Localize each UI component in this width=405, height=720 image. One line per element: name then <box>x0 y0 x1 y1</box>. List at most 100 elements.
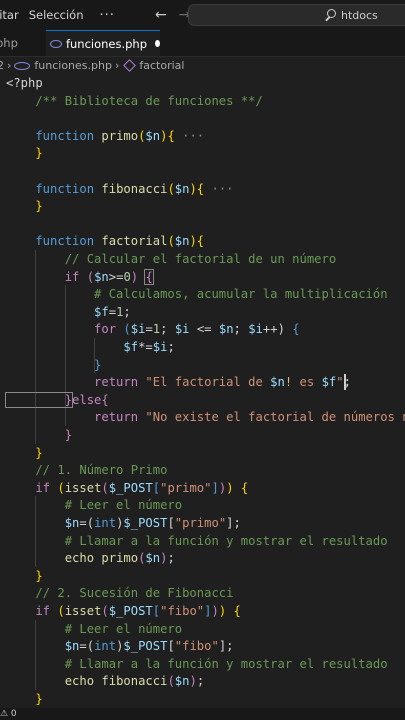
chevron-right-icon: › <box>7 59 12 72</box>
code-token: } <box>6 357 102 372</box>
command-center-search[interactable]: htdocs <box>188 4 405 26</box>
code-token: echo <box>6 551 102 566</box>
code-token: [ <box>167 516 175 530</box>
code-token: isset <box>64 604 102 618</box>
code-line: if (isset($_POST["primo"])) { <box>6 479 248 497</box>
code-token: function <box>6 234 102 249</box>
code-line: } <box>6 144 42 162</box>
tab-php[interactable]: php <box>0 30 18 56</box>
code-token: $n <box>270 375 285 390</box>
code-editor[interactable]: <?php /** Biblioteca de funciones **/ fu… <box>0 74 405 708</box>
code-token: $_POST <box>108 480 153 495</box>
code-token: <= <box>189 322 219 337</box>
code-token: ( <box>101 604 109 618</box>
back-arrow-icon[interactable]: ← <box>155 7 167 23</box>
code-line: # Llamar a la función y mostrar el resul… <box>6 532 388 550</box>
code-line: } <box>6 567 43 585</box>
problems-indicator[interactable]: ⚠ 0 <box>0 709 17 719</box>
code-token: // 2. Sucesión de Fibonacci <box>6 586 234 601</box>
code-token: $n <box>174 234 190 249</box>
code-token: ){ <box>189 234 205 249</box>
code-token: $i <box>248 322 263 337</box>
code-token: $f <box>321 375 337 390</box>
code-line: } <box>6 426 72 444</box>
code-token: function <box>6 181 102 196</box>
breadcrumb-symbol[interactable]: factorial <box>139 59 184 72</box>
code-token: = <box>145 322 153 337</box>
code-token: } <box>6 199 43 214</box>
code-line: echo primo($n); <box>6 549 175 567</box>
code-token: } <box>6 568 43 583</box>
code-token: ) <box>189 674 197 689</box>
code-line: function primo($n){ ··· <box>6 127 204 145</box>
code-token: # Llamar a la función y mostrar el resul… <box>6 533 388 548</box>
breadcrumb-folder[interactable]: 2 <box>0 59 4 72</box>
code-token: ]; <box>226 516 241 530</box>
code-token: # Leer el número <box>6 621 183 636</box>
code-token: $i <box>174 322 190 337</box>
code-token: $n <box>94 269 109 284</box>
tab-label: php <box>0 36 18 50</box>
code-token: ( <box>57 604 65 618</box>
code-token: function <box>6 128 102 143</box>
more-menu-button[interactable]: ··· <box>100 8 115 23</box>
code-token: /** Biblioteca de funciones **/ <box>6 93 263 108</box>
code-token: ( <box>167 181 175 196</box>
code-line: if ($n>=0) { <box>6 268 154 286</box>
code-token: ( <box>167 674 175 689</box>
code-token: ( <box>57 480 65 495</box>
code-token: ; <box>167 551 175 566</box>
tab-label: funciones.php <box>65 36 148 51</box>
code-token: } <box>6 692 43 706</box>
code-line: /** Biblioteca de funciones **/ <box>6 92 263 110</box>
code-line: // Calcular el factorial de un número <box>6 250 337 268</box>
code-line: # Leer el número <box>6 620 182 638</box>
code-line: function fibonacci($n){ ··· <box>6 180 233 198</box>
code-token: ( <box>167 234 175 249</box>
code-token: $n <box>174 674 190 689</box>
code-token: "fibo" <box>174 639 219 654</box>
code-token: isset <box>64 480 102 495</box>
code-token: ( <box>86 269 95 284</box>
code-token: ] <box>204 604 212 618</box>
code-token: $_POST <box>123 639 168 654</box>
code-token: =( <box>79 516 95 530</box>
php-file-icon <box>14 61 31 70</box>
code-token: $n <box>145 128 161 143</box>
breadcrumb: 2 › funciones.php › factorial <box>0 57 405 74</box>
code-token: # Llamar a la función y mostrar el resul… <box>6 656 388 671</box>
code-token: ; <box>196 674 205 689</box>
status-bar: ⚠ 0 <box>0 708 405 720</box>
code-line: # Calculamos, acumular la multiplicación <box>6 285 388 303</box>
title-bar: litar Selección ··· ← → htdocs <box>0 0 405 30</box>
code-token: // 1. Número Primo <box>6 463 168 478</box>
code-line: for ($i=1; $i <= $n; $i++) { <box>6 320 300 338</box>
folded-region-indicator[interactable]: ··· <box>175 129 204 143</box>
tab-funciones-php[interactable]: funciones.php <box>46 30 160 56</box>
code-token: int <box>94 516 117 530</box>
code-line: } <box>6 690 43 708</box>
code-token: { <box>101 392 109 407</box>
unsaved-dot-icon[interactable] <box>155 40 160 47</box>
code-token: "primo" <box>174 516 227 530</box>
breadcrumb-file[interactable]: funciones.php <box>34 59 112 72</box>
php-file-icon <box>50 39 62 48</box>
code-token: factorial <box>101 234 168 249</box>
code-token: { <box>292 322 300 337</box>
code-token: "El factorial de <box>145 375 271 390</box>
code-token: ; <box>167 340 175 354</box>
code-token: { <box>233 604 241 618</box>
code-token: ){ <box>189 181 205 196</box>
code-token: ; <box>233 322 249 337</box>
code-token: " <box>336 375 344 390</box>
code-token: primo <box>101 128 139 143</box>
code-line: $n=(int)$_POST["fibo"]; <box>6 637 234 655</box>
code-token: ){ <box>160 128 175 143</box>
code-token: ( <box>123 322 131 337</box>
code-line: $n=(int)$_POST["primo"]; <box>6 514 241 532</box>
menu-item-seleccion[interactable]: Selección <box>29 8 84 22</box>
menu-item-editar[interactable]: litar <box>0 8 19 22</box>
code-line: return "No existe el factorial de número… <box>6 408 405 426</box>
folded-region-indicator[interactable]: ··· <box>204 182 233 196</box>
